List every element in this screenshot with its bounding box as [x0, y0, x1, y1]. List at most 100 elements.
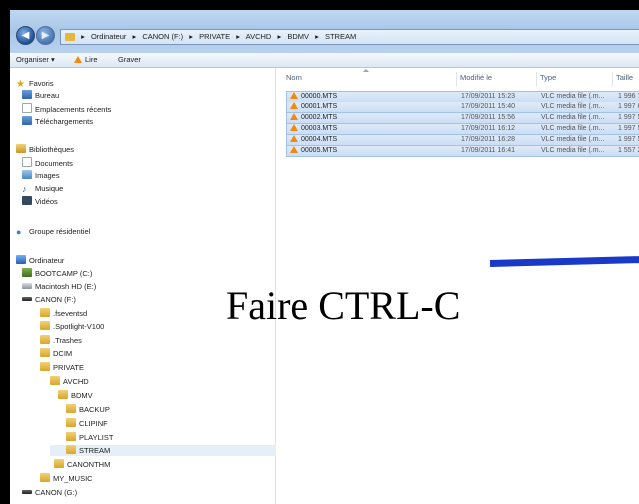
- column-header-name[interactable]: Nom: [286, 68, 302, 88]
- removable-drive-icon: [22, 490, 32, 494]
- vlc-file-icon: [290, 124, 298, 131]
- library-icon: [16, 144, 26, 153]
- nav-libraries[interactable]: Bibliothèques: [16, 144, 74, 155]
- nav-images[interactable]: Images: [22, 170, 60, 181]
- nav-folder-dcim[interactable]: DCIM: [40, 348, 72, 359]
- nav-drive-macintosh[interactable]: Macintosh HD (E:): [22, 281, 96, 292]
- nav-folder-backup[interactable]: BACKUP: [66, 404, 110, 415]
- breadcrumb-stream[interactable]: STREAM: [325, 32, 356, 41]
- nav-videos[interactable]: Vidéos: [22, 196, 58, 207]
- nav-folder-clipinf[interactable]: CLIPINF: [66, 418, 108, 429]
- nav-folder-bdmv[interactable]: BDMV: [58, 390, 93, 401]
- back-button[interactable]: ◀: [16, 26, 35, 45]
- nav-homegroup[interactable]: ● Groupe résidentiel: [16, 226, 90, 237]
- folder-icon: [58, 390, 68, 399]
- nav-desktop[interactable]: Bureau: [22, 90, 59, 101]
- images-icon: [22, 170, 32, 179]
- nav-music[interactable]: ♪ Musique: [22, 183, 63, 194]
- downloads-icon: [22, 116, 32, 125]
- nav-favorites[interactable]: ★ Favoris: [16, 78, 54, 90]
- column-header-modified[interactable]: Modifié le: [460, 68, 492, 88]
- vlc-file-icon: [290, 113, 298, 120]
- folder-icon: [66, 432, 76, 441]
- file-size: 1 557 22: [618, 147, 639, 154]
- file-row[interactable]: 00003.MTS 17/09/2011 16:12 VLC media fil…: [286, 124, 639, 135]
- column-header-type[interactable]: Type: [540, 68, 556, 88]
- nav-drive-canon-f[interactable]: CANON (F:): [22, 294, 76, 305]
- organize-button[interactable]: Organiser ▾: [16, 53, 55, 67]
- vlc-file-icon: [290, 135, 298, 142]
- vlc-file-icon: [290, 102, 298, 109]
- burn-button[interactable]: Graver: [118, 53, 141, 67]
- nav-folder-canonthm[interactable]: CANONTHM: [54, 459, 110, 470]
- nav-downloads[interactable]: Téléchargements: [22, 116, 93, 127]
- nav-folder-spotlight[interactable]: .Spotlight-V100: [40, 321, 104, 332]
- folder-icon: [40, 308, 50, 317]
- videos-icon: [22, 196, 32, 205]
- folder-icon: [66, 418, 76, 427]
- drive-icon: [22, 283, 32, 289]
- folder-icon: [65, 33, 75, 42]
- file-size: 1 997 53: [618, 114, 639, 121]
- column-divider[interactable]: [612, 72, 613, 86]
- file-type: VLC media file (.m...: [541, 125, 605, 132]
- nav-folder-trashes[interactable]: .Trashes: [40, 335, 82, 346]
- nav-folder-my-music[interactable]: MY_MUSIC: [40, 473, 93, 484]
- documents-icon: [22, 157, 32, 167]
- breadcrumb-separator: ▸: [81, 32, 85, 41]
- column-divider[interactable]: [536, 72, 537, 86]
- forward-button[interactable]: ▶: [36, 26, 55, 45]
- recent-places-icon: [22, 103, 32, 113]
- window-top-edge: [10, 0, 639, 10]
- nav-folder-playlist[interactable]: PLAYLIST: [66, 432, 113, 443]
- file-size: 1 997 59: [618, 125, 639, 132]
- vlc-file-icon: [290, 146, 298, 153]
- file-name: 00000.MTS: [290, 92, 337, 102]
- breadcrumb-avchd[interactable]: AVCHD: [246, 32, 272, 41]
- nav-folder-stream[interactable]: STREAM: [50, 445, 291, 456]
- breadcrumb: ▸ Ordinateur ▸ CANON (F:) ▸ PRIVATE ▸ AV…: [65, 30, 360, 44]
- play-label: Lire: [85, 55, 98, 64]
- file-row[interactable]: 00002.MTS 17/09/2011 15:56 VLC media fil…: [286, 113, 639, 124]
- nav-recent-places[interactable]: Emplacements récents: [22, 103, 111, 114]
- folder-icon: [66, 445, 76, 454]
- file-size: 1 997 50: [618, 136, 639, 143]
- breadcrumb-canon[interactable]: CANON (F:): [142, 32, 183, 41]
- command-bar: Organiser ▾ Lire Graver: [10, 53, 639, 68]
- breadcrumb-separator: ▸: [277, 32, 282, 41]
- nav-folder-avchd[interactable]: AVCHD: [50, 376, 89, 387]
- breadcrumb-separator: ▸: [315, 32, 319, 41]
- computer-icon: [16, 255, 26, 264]
- file-name: 00003.MTS: [290, 124, 337, 134]
- homegroup-icon: ●: [16, 227, 22, 237]
- nav-drive-bootcamp[interactable]: BOOTCAMP (C:): [22, 268, 92, 279]
- column-header-size[interactable]: Taille: [616, 68, 633, 88]
- file-type: VLC media file (.m...: [541, 136, 605, 143]
- nav-documents[interactable]: Documents: [22, 157, 73, 168]
- breadcrumb-bdmv[interactable]: BDMV: [287, 32, 309, 41]
- drive-icon: [22, 268, 32, 277]
- address-bar[interactable]: ▸ Ordinateur ▸ CANON (F:) ▸ PRIVATE ▸ AV…: [60, 29, 639, 45]
- nav-drive-canon-g[interactable]: CANON (G:): [22, 487, 77, 498]
- nav-computer[interactable]: Ordinateur: [16, 255, 64, 266]
- folder-icon: [40, 335, 50, 344]
- nav-folder-private[interactable]: PRIVATE: [40, 362, 84, 373]
- breadcrumb-private[interactable]: PRIVATE: [199, 32, 230, 41]
- file-modified: 17/09/2011 16:28: [461, 136, 515, 143]
- column-divider[interactable]: [456, 72, 457, 86]
- explorer-window: ◀ ▶ ▸ Ordinateur ▸ CANON (F:) ▸ PRIVATE …: [10, 0, 639, 504]
- breadcrumb-ordinateur[interactable]: Ordinateur: [91, 32, 126, 41]
- back-arrow-icon: ◀: [21, 30, 30, 41]
- folder-icon: [50, 376, 60, 385]
- file-row[interactable]: 00001.MTS 17/09/2011 15:40 VLC media fil…: [286, 102, 639, 113]
- file-row[interactable]: 00004.MTS 17/09/2011 16:28 VLC media fil…: [286, 135, 639, 146]
- file-row[interactable]: 00005.MTS 17/09/2011 16:41 VLC media fil…: [286, 146, 639, 157]
- breadcrumb-separator: ▸: [189, 32, 194, 41]
- file-modified: 17/09/2011 15:56: [461, 114, 515, 121]
- vlc-file-icon: [290, 92, 298, 99]
- nav-folder-fseventsd[interactable]: .fseventsd: [40, 308, 87, 319]
- file-type: VLC media file (.m...: [541, 103, 605, 110]
- play-button[interactable]: Lire: [74, 53, 98, 67]
- file-size: 1 997 64: [618, 103, 639, 110]
- vlc-icon: [74, 56, 82, 63]
